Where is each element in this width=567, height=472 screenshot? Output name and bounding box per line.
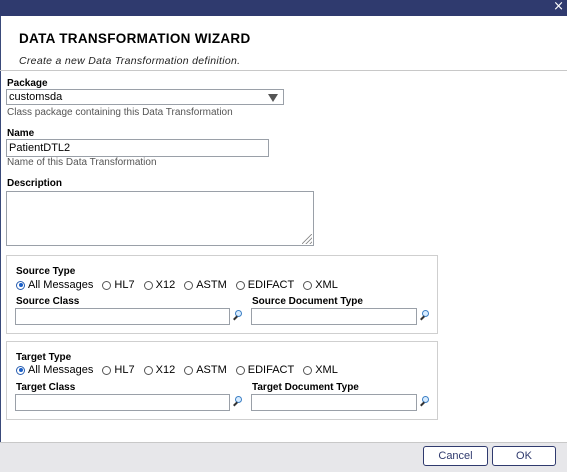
window-border bbox=[0, 16, 1, 471]
radio-label: HL7 bbox=[114, 279, 135, 291]
radio-icon[interactable] bbox=[303, 280, 313, 290]
target-class-input[interactable] bbox=[15, 394, 230, 411]
name-input[interactable] bbox=[6, 139, 269, 157]
package-select-value: customsda bbox=[9, 91, 63, 103]
source-type-radio-group: All Messages HL7 X12 ASTM EDIFACT XML bbox=[16, 279, 347, 291]
target-radio-hl7[interactable]: HL7 bbox=[102, 364, 135, 376]
name-label: Name bbox=[7, 128, 35, 139]
radio-icon[interactable] bbox=[303, 365, 313, 375]
package-label: Package bbox=[7, 78, 48, 89]
target-radio-edifact[interactable]: EDIFACT bbox=[235, 364, 295, 376]
source-doctype-label: Source Document Type bbox=[252, 296, 363, 307]
radio-icon[interactable] bbox=[184, 280, 194, 290]
radio-label: HL7 bbox=[114, 364, 135, 376]
description-textarea[interactable] bbox=[6, 191, 314, 246]
radio-icon[interactable] bbox=[102, 280, 112, 290]
source-type-label: Source Type bbox=[16, 266, 76, 277]
source-doctype-input[interactable] bbox=[251, 308, 417, 325]
window-titlebar: × bbox=[0, 0, 567, 16]
source-radio-hl7[interactable]: HL7 bbox=[102, 279, 135, 291]
radio-label: XML bbox=[315, 364, 338, 376]
search-icon[interactable] bbox=[419, 396, 430, 407]
target-radio-astm[interactable]: ASTM bbox=[184, 364, 227, 376]
target-radio-all-messages[interactable]: All Messages bbox=[16, 364, 93, 376]
search-icon[interactable] bbox=[232, 310, 243, 321]
dropdown-arrow-icon[interactable] bbox=[268, 94, 278, 102]
radio-label: X12 bbox=[155, 279, 176, 291]
radio-selected-icon[interactable] bbox=[16, 280, 25, 290]
header-divider bbox=[0, 70, 567, 71]
radio-icon[interactable] bbox=[102, 365, 112, 375]
wizard-subtitle: Create a new Data Transformation definit… bbox=[19, 55, 241, 67]
target-radio-x12[interactable]: X12 bbox=[143, 364, 176, 376]
radio-label: ASTM bbox=[196, 364, 227, 376]
target-type-label: Target Type bbox=[16, 352, 72, 363]
target-doctype-input[interactable] bbox=[251, 394, 417, 411]
radio-icon[interactable] bbox=[143, 365, 153, 375]
radio-icon[interactable] bbox=[143, 280, 153, 290]
package-select[interactable]: customsda bbox=[6, 89, 284, 105]
wizard-title: DATA TRANSFORMATION WIZARD bbox=[19, 31, 251, 46]
source-radio-all-messages[interactable]: All Messages bbox=[16, 279, 93, 291]
target-doctype-label: Target Document Type bbox=[252, 382, 359, 393]
radio-icon[interactable] bbox=[235, 280, 245, 290]
radio-label: XML bbox=[315, 279, 338, 291]
radio-icon[interactable] bbox=[235, 365, 245, 375]
search-icon[interactable] bbox=[232, 396, 243, 407]
search-icon[interactable] bbox=[419, 310, 430, 321]
radio-label: EDIFACT bbox=[247, 364, 295, 376]
name-hint: Name of this Data Transformation bbox=[7, 157, 157, 168]
radio-label: X12 bbox=[155, 364, 176, 376]
source-radio-xml[interactable]: XML bbox=[303, 279, 338, 291]
description-label: Description bbox=[7, 178, 63, 189]
source-class-label: Source Class bbox=[16, 296, 80, 307]
radio-label: All Messages bbox=[28, 364, 94, 376]
close-icon[interactable]: × bbox=[553, 0, 564, 15]
target-type-radio-group: All Messages HL7 X12 ASTM EDIFACT XML bbox=[16, 364, 347, 376]
resize-grip-icon[interactable] bbox=[302, 234, 312, 244]
source-radio-x12[interactable]: X12 bbox=[143, 279, 176, 291]
radio-label: ASTM bbox=[196, 279, 227, 291]
cancel-button[interactable]: Cancel bbox=[423, 446, 488, 466]
radio-label: EDIFACT bbox=[247, 279, 295, 291]
source-radio-astm[interactable]: ASTM bbox=[184, 279, 227, 291]
source-radio-edifact[interactable]: EDIFACT bbox=[235, 279, 295, 291]
source-class-input[interactable] bbox=[15, 308, 230, 325]
radio-label: All Messages bbox=[28, 279, 94, 291]
radio-selected-icon[interactable] bbox=[16, 365, 25, 375]
package-hint: Class package containing this Data Trans… bbox=[7, 107, 233, 118]
target-radio-xml[interactable]: XML bbox=[303, 364, 338, 376]
ok-button[interactable]: OK bbox=[492, 446, 556, 466]
target-class-label: Target Class bbox=[16, 382, 76, 393]
radio-icon[interactable] bbox=[184, 365, 194, 375]
